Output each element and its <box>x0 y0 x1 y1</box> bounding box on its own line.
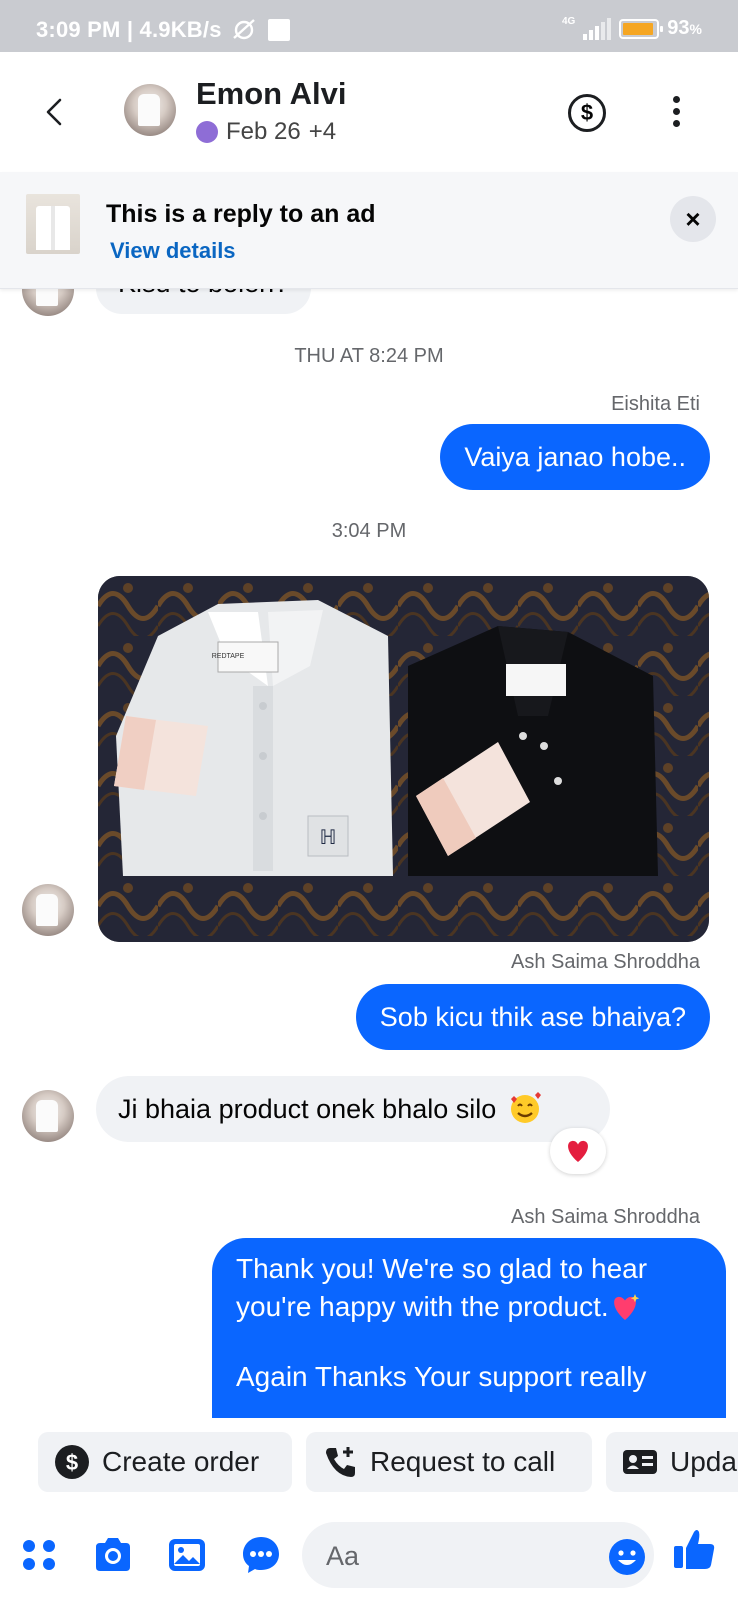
battery-icon <box>619 18 664 39</box>
contact-date: Feb 26 <box>226 118 301 145</box>
label-dot-icon <box>196 121 218 143</box>
contact-name[interactable]: Emon Alvi <box>196 76 346 112</box>
chat-bubble-icon[interactable] <box>240 1534 282 1576</box>
message-input-wrapper <box>302 1522 654 1588</box>
ad-banner-title: This is a reply to an ad <box>106 200 376 228</box>
quick-actions-bar[interactable]: $ Create order Request to call Upda <box>0 1418 738 1514</box>
contact-avatar-small <box>22 1090 74 1142</box>
white-shirt: ℍ <box>114 600 393 876</box>
conversation-header: Emon Alvi Feb 26 +4 $ <box>0 52 738 172</box>
message-list[interactable]: Kisu to bolen? THU AT 8:24 PM Eishita Et… <box>0 288 738 1418</box>
menu-dots-icon[interactable] <box>18 1534 60 1576</box>
status-right: 4G 93% <box>562 17 702 40</box>
update-contact-button[interactable]: Upda <box>606 1432 738 1492</box>
shirts-image: ℍ REDTAPE <box>98 576 709 942</box>
extra-count: +4 <box>308 118 337 145</box>
emoji-icon[interactable] <box>608 1538 646 1576</box>
close-icon[interactable]: × <box>670 196 716 242</box>
notification-square-icon <box>268 19 291 41</box>
message-composer <box>0 1514 738 1600</box>
sender-name: Ash Saima Shroddha <box>510 1206 700 1228</box>
sender-name: Eishita Eti <box>611 393 700 415</box>
smiling-face-with-hearts-icon <box>510 1092 541 1123</box>
message-line: Again Thanks Your support really <box>236 1361 647 1392</box>
incoming-message[interactable]: Kisu to bolen? <box>96 288 312 314</box>
dollar-circle-icon: $ <box>54 1444 90 1480</box>
incoming-message[interactable]: Ji bhaia product onek bhalo silo <box>96 1076 610 1142</box>
timestamp: THU AT 8:24 PM <box>294 345 444 367</box>
phone-add-icon <box>322 1444 358 1480</box>
svg-text:ℍ: ℍ <box>320 827 337 849</box>
reaction-badge[interactable] <box>550 1128 606 1174</box>
contact-avatar-small <box>22 884 74 936</box>
contact-subtitle: Feb 26 +4 <box>196 118 336 146</box>
heart-icon <box>568 1140 588 1162</box>
contact-avatar-small <box>22 288 74 316</box>
alarm-off-icon <box>233 19 255 40</box>
signal-icon <box>583 17 612 40</box>
battery-percent: 93 <box>667 17 690 39</box>
request-call-button[interactable]: Request to call <box>306 1432 592 1492</box>
status-bar: 3:09 PM | 4.9KB/s 4G 93% <box>0 0 738 52</box>
incoming-message-text: Ji bhaia product onek bhalo silo <box>118 1094 497 1124</box>
status-left: 3:09 PM | 4.9KB/s <box>36 17 291 43</box>
outgoing-message[interactable]: Sob kicu thik ase bhaiya? <box>355 984 710 1050</box>
svg-text:$: $ <box>66 1450 78 1475</box>
sparkling-heart-icon <box>613 1294 639 1320</box>
network-type: 4G <box>561 16 576 27</box>
message-line: Thank you! We're so glad to hear <box>236 1253 648 1284</box>
battery-fill <box>623 22 654 35</box>
ad-thumbnail[interactable] <box>26 194 80 254</box>
black-shirt <box>408 626 658 876</box>
more-icon[interactable] <box>672 96 682 128</box>
gallery-icon[interactable] <box>166 1534 208 1576</box>
shirt-photo[interactable]: ℍ REDTAPE <box>98 576 709 942</box>
message-line-with-emoji: you're happy with the product. <box>236 1288 702 1326</box>
view-details-link[interactable]: View details <box>110 238 236 264</box>
contact-avatar[interactable] <box>124 84 176 136</box>
status-time: 3:09 PM <box>36 17 121 42</box>
outgoing-message-long[interactable]: Thank you! We're so glad to hear you're … <box>212 1238 726 1418</box>
shirt-brand-label: REDTAPE <box>212 653 245 660</box>
create-order-button[interactable]: $ Create order <box>38 1432 292 1492</box>
dollar-icon[interactable]: $ <box>568 94 606 132</box>
battery-unit: % <box>689 21 702 37</box>
outgoing-message[interactable]: Vaiya janao hobe.. <box>440 424 710 490</box>
network-speed: 4.9KB/s <box>139 17 222 42</box>
create-order-label: Create order <box>102 1446 260 1477</box>
update-contact-label: Upda <box>670 1446 737 1477</box>
contact-card-icon <box>622 1444 658 1480</box>
message-input[interactable] <box>324 1532 578 1580</box>
request-call-label: Request to call <box>370 1446 556 1477</box>
ad-reply-banner: This is a reply to an ad View details <box>0 172 738 289</box>
camera-icon[interactable] <box>92 1534 134 1576</box>
timestamp: 3:04 PM <box>331 520 407 542</box>
back-arrow-icon[interactable] <box>40 92 74 132</box>
sender-name: Ash Saima Shroddha <box>510 951 700 973</box>
like-icon[interactable] <box>672 1526 716 1572</box>
